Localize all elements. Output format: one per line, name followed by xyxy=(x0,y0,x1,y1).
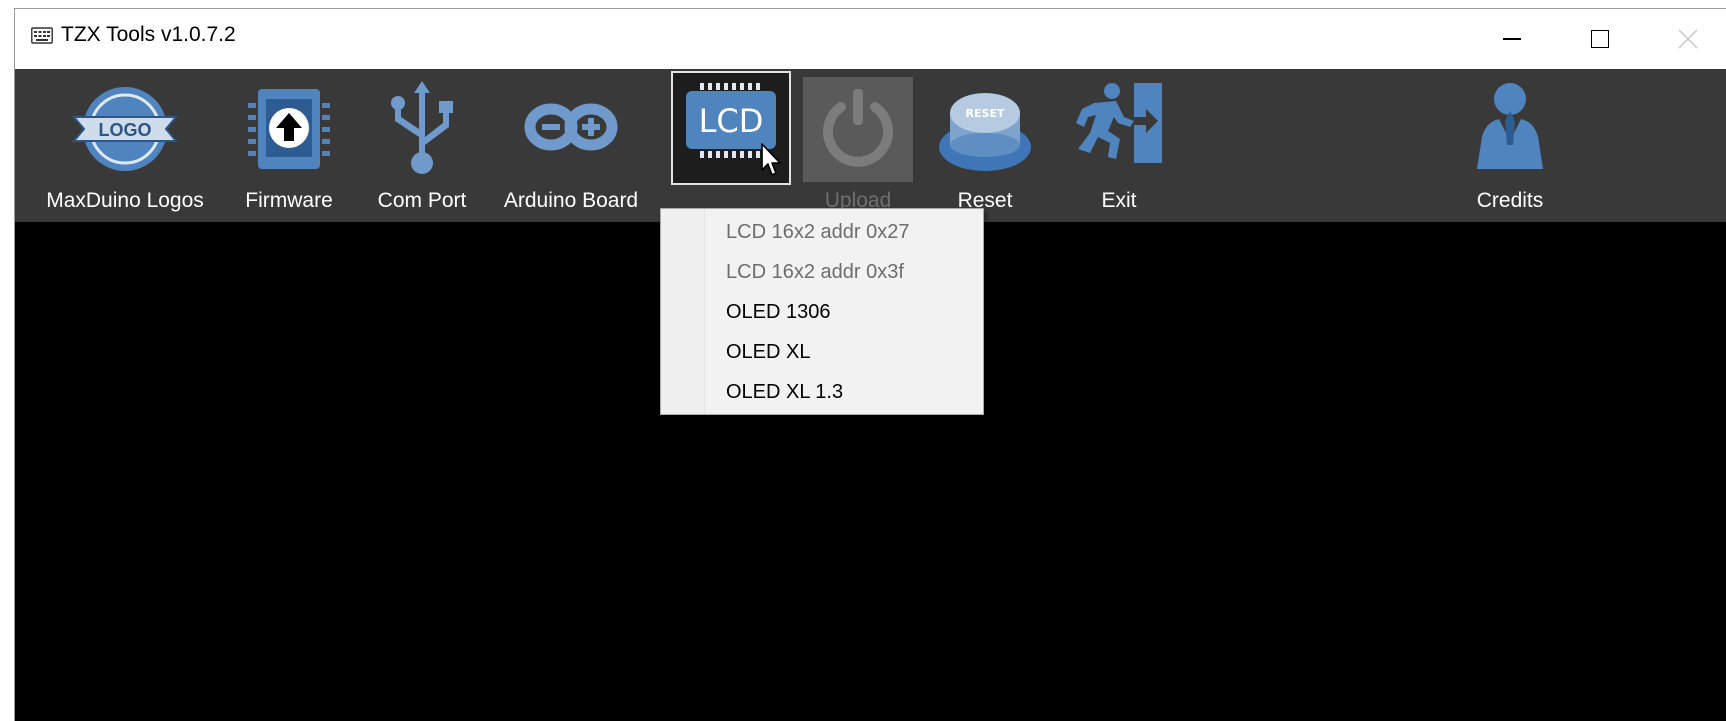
menu-icon-gutter xyxy=(661,209,705,414)
exit-label: Exit xyxy=(1101,189,1137,212)
arduino-board-button[interactable]: Arduino Board xyxy=(497,69,645,222)
arduino-infinity-icon xyxy=(524,103,618,151)
maximize-icon xyxy=(1591,30,1609,48)
minimize-button[interactable] xyxy=(1468,9,1556,69)
usb-icon xyxy=(391,81,453,174)
credits-label: Credits xyxy=(1476,189,1544,212)
power-icon xyxy=(803,77,913,182)
reset-button[interactable]: RESET Reset xyxy=(935,69,1035,222)
svg-text:RESET: RESET xyxy=(966,107,1005,120)
menu-item-lcd-16x2-0x27: LCD 16x2 addr 0x27 xyxy=(726,221,910,243)
reset-button-icon: RESET xyxy=(939,93,1031,171)
arduino-board-label: Arduino Board xyxy=(503,189,639,212)
credits-button[interactable]: Credits xyxy=(1455,69,1565,222)
menu-item-oled-1306[interactable]: OLED 1306 xyxy=(706,292,983,332)
com-port-button[interactable]: Com Port xyxy=(369,69,475,222)
maxduino-logos-button[interactable]: LOGO MaxDuino Logos xyxy=(43,69,207,222)
maximize-button[interactable] xyxy=(1556,9,1644,69)
menu-item-oled-xl-1-3[interactable]: OLED XL 1.3 xyxy=(706,372,983,412)
exit-button[interactable]: Exit xyxy=(1067,69,1171,222)
maxduino-logos-label: MaxDuino Logos xyxy=(46,189,204,212)
upload-button[interactable]: Upload xyxy=(803,69,913,222)
keyboard-app-icon xyxy=(31,27,53,44)
logo-badge-icon: LOGO xyxy=(71,87,179,171)
com-port-label: Com Port xyxy=(377,189,467,212)
close-icon xyxy=(1678,29,1698,49)
menu-item-lcd-16x2-0x3f: LCD 16x2 addr 0x3f xyxy=(726,261,904,283)
title-bar[interactable]: TZX Tools v1.0.7.2 xyxy=(15,9,1726,69)
toolbar: LOGO MaxDuino Logos Firmware Com Port Ar… xyxy=(15,69,1726,222)
firmware-button[interactable]: Firmware xyxy=(237,69,341,222)
menu-item-oled-xl[interactable]: OLED XL xyxy=(706,332,983,372)
praying-person-icon xyxy=(1477,83,1543,169)
window-title: TZX Tools v1.0.7.2 xyxy=(61,23,236,46)
close-button[interactable] xyxy=(1644,9,1726,69)
exit-running-man-icon xyxy=(1076,83,1162,163)
chip-upload-icon xyxy=(248,89,330,169)
minimize-icon xyxy=(1503,38,1521,40)
lcd-dropdown-menu: LCD 16x2 addr 0x27 LCD 16x2 addr 0x3f OL… xyxy=(660,208,984,415)
firmware-label: Firmware xyxy=(245,189,333,212)
svg-text:LOGO: LOGO xyxy=(99,120,152,140)
svg-text:LCD: LCD xyxy=(699,102,764,140)
mouse-cursor-icon xyxy=(761,143,781,176)
